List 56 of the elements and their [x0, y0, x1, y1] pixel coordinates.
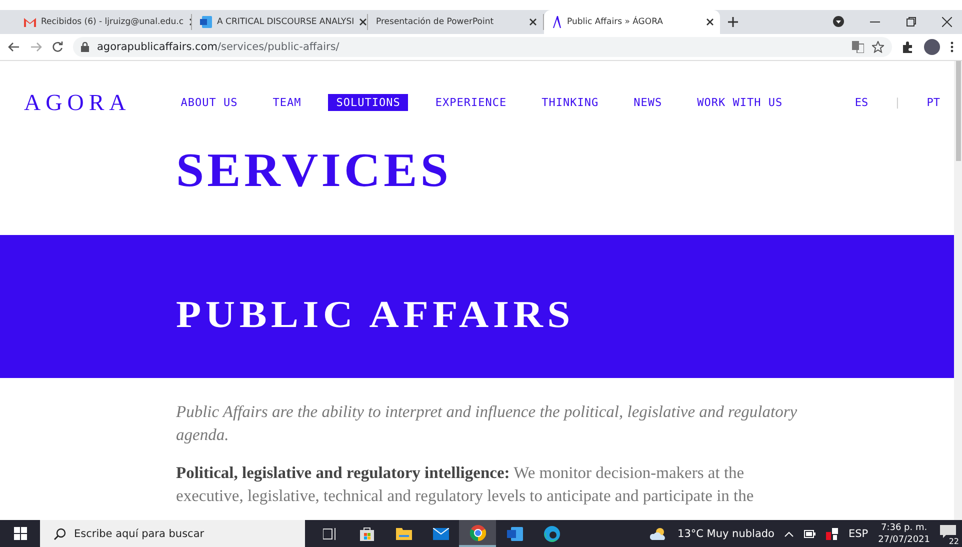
- browser-tab[interactable]: A CRITICAL DISCOURSE ANALYSI: [192, 14, 368, 30]
- nav-link[interactable]: THINKING: [534, 94, 607, 112]
- plus-icon[interactable]: [728, 16, 738, 27]
- puzzle-icon[interactable]: [902, 40, 914, 53]
- task-view-icon[interactable]: [322, 528, 336, 540]
- lock-icon: [81, 42, 89, 52]
- browser-tab[interactable]: Recibidos (6) - ljruizg@unal.edu.c: [16, 14, 192, 30]
- body-paragraph: Political, legislative and regulatory intelligence: We monitor decision-makers at the executive, legislative, technical and regulatory levels to anticipate and participate in the: [176, 462, 755, 507]
- nav-link[interactable]: WORK WITH US: [689, 94, 791, 112]
- cloud-sun-icon: [650, 527, 668, 540]
- chrome-icon[interactable]: [470, 524, 486, 540]
- translate-icon[interactable]: [852, 40, 864, 53]
- language-link[interactable]: PT: [926, 96, 940, 110]
- mail-icon: [24, 16, 36, 27]
- document-icon: [200, 16, 212, 28]
- page-title: SERVICES: [176, 142, 453, 199]
- search-field[interactable]: Escribe aquí para buscar: [40, 520, 305, 547]
- taskbar-app[interactable]: [459, 520, 496, 547]
- nav-link[interactable]: NEWS: [626, 94, 670, 112]
- document-icon[interactable]: [506, 526, 522, 542]
- language-indicator[interactable]: ESP: [848, 528, 868, 540]
- nav-link[interactable]: EXPERIENCE: [427, 94, 515, 112]
- clock[interactable]: 7:36 p. m. 27/07/2021: [878, 522, 930, 546]
- search-icon: [54, 528, 66, 540]
- divider-mark: |: [894, 96, 901, 110]
- site-logo[interactable]: AGORA: [24, 90, 131, 116]
- restore-icon[interactable]: [906, 16, 916, 27]
- notification-count: 22: [948, 537, 960, 546]
- back-icon[interactable]: [8, 42, 20, 52]
- menu-icon[interactable]: [950, 40, 954, 53]
- nav-link[interactable]: TEAM: [264, 94, 310, 112]
- network-icon[interactable]: [826, 528, 838, 540]
- chevron-up-icon[interactable]: [784, 530, 794, 536]
- weather-text[interactable]: 13°C Muy nublado: [678, 528, 774, 540]
- windows-icon[interactable]: [14, 527, 26, 540]
- nav-link[interactable]: SOLUTIONS: [328, 94, 408, 112]
- notifications-button[interactable]: 22: [940, 525, 956, 542]
- logo-icon: [552, 16, 562, 28]
- avatar-icon[interactable]: [924, 38, 940, 55]
- address-bar[interactable]: agorapublicaffairs.com/services/public-affairs/: [73, 36, 892, 57]
- url-text[interactable]: agorapublicaffairs.com/services/public-affairs/: [97, 40, 340, 53]
- banner-title: PUBLIC AFFAIRS: [176, 293, 574, 338]
- browser-icon[interactable]: [544, 526, 560, 542]
- reload-icon[interactable]: [52, 41, 63, 52]
- profile-dropdown-icon[interactable]: [833, 16, 844, 28]
- shopping-bag-icon[interactable]: [360, 526, 374, 540]
- nav-link[interactable]: ABOUT US: [172, 94, 246, 112]
- star-icon[interactable]: [872, 40, 884, 53]
- browser-tab[interactable]: Public Affairs » ÁGORA: [544, 10, 720, 34]
- speech-bubble-icon: [940, 525, 956, 539]
- battery-icon[interactable]: [804, 530, 816, 538]
- scrollbar[interactable]: [954, 60, 962, 520]
- language-link[interactable]: ES: [854, 96, 868, 110]
- folder-icon[interactable]: [396, 527, 412, 540]
- intro-paragraph: Public Affairs are the ability to interpret and influence the political, legislative and regulatory agenda.: [176, 400, 798, 446]
- envelope-icon[interactable]: [432, 528, 448, 540]
